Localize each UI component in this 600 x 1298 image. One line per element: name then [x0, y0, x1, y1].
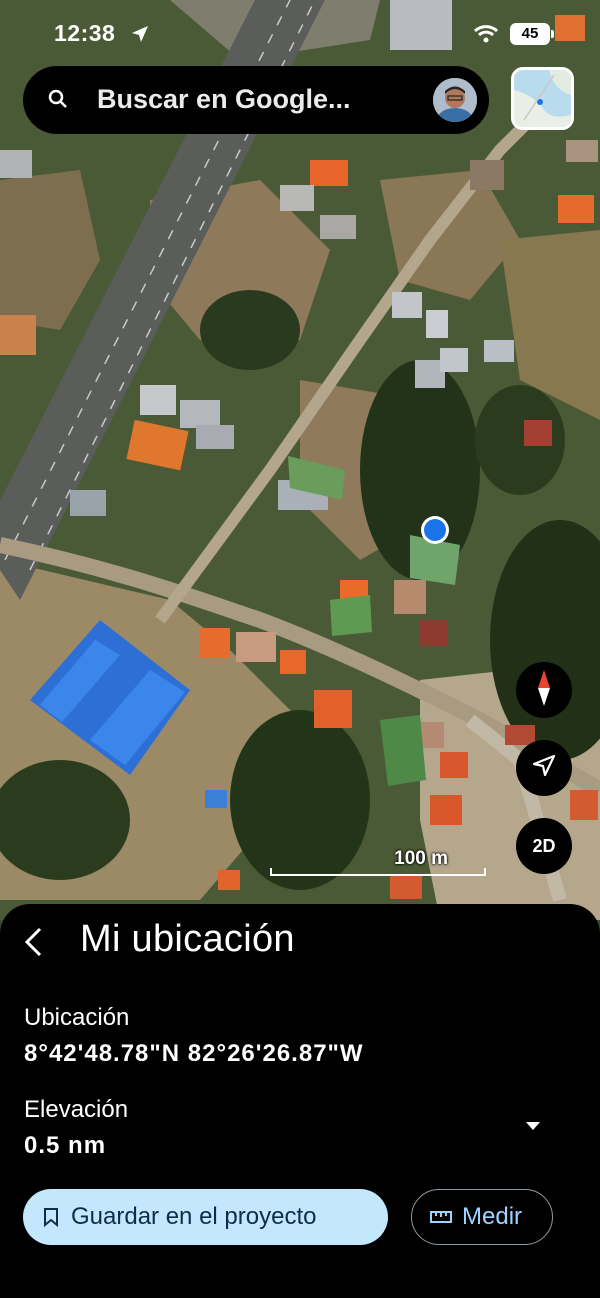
map-layers-button[interactable]	[511, 67, 574, 130]
satellite-map[interactable]	[0, 0, 600, 920]
view-mode-button[interactable]: 2D	[516, 818, 572, 874]
save-to-project-button[interactable]: Guardar en el proyecto	[23, 1189, 388, 1245]
search-icon	[47, 88, 69, 115]
bookmark-icon	[43, 1207, 59, 1227]
navigate-icon	[531, 753, 557, 784]
compass-button[interactable]	[516, 662, 572, 718]
ruler-icon	[430, 1211, 452, 1223]
battery-level: 45	[510, 23, 550, 45]
my-location-button[interactable]	[516, 740, 572, 796]
measure-button[interactable]: Medir	[411, 1189, 553, 1245]
location-panel: Mi ubicación Ubicación 8°42'48.78"N 82°2…	[0, 904, 600, 1298]
search-input[interactable]: Buscar en Google...	[97, 84, 351, 115]
measure-button-label: Medir	[462, 1203, 523, 1230]
back-chevron-icon	[22, 927, 44, 962]
avatar[interactable]	[433, 78, 477, 122]
save-button-label: Guardar en el proyecto	[71, 1203, 317, 1230]
wifi-icon	[473, 24, 499, 49]
panel-title: Mi ubicación	[80, 918, 295, 960]
dropdown-icon	[525, 1118, 541, 1135]
compass-icon	[533, 669, 555, 711]
location-label: Ubicación	[24, 1004, 130, 1031]
search-bar[interactable]: Buscar en Google...	[23, 66, 489, 134]
location-value: 8°42'48.78"N 82°26'26.87"W	[24, 1040, 364, 1067]
map-scale: 100 m	[270, 848, 486, 878]
status-bar: 12:38 45	[0, 0, 600, 70]
elevation-value: 0.5 nm	[24, 1132, 107, 1159]
battery-cap	[551, 30, 554, 38]
location-arrow-icon	[130, 24, 150, 49]
back-button[interactable]	[22, 926, 44, 963]
current-location-dot[interactable]	[421, 516, 449, 544]
scale-bar	[270, 868, 486, 876]
elevation-unit-dropdown[interactable]	[525, 1118, 541, 1136]
scale-label: 100 m	[394, 848, 448, 869]
status-time: 12:38	[54, 20, 116, 46]
elevation-label: Elevación	[24, 1096, 129, 1123]
